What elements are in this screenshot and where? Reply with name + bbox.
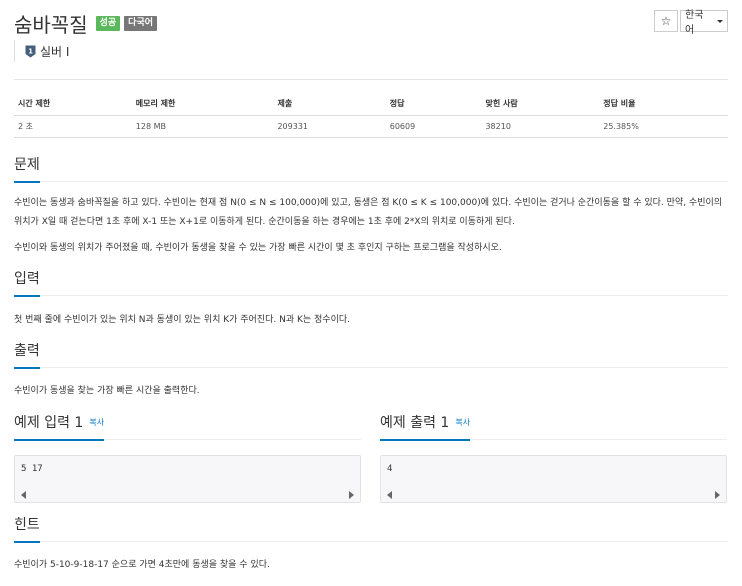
language-dropdown[interactable]: 한국어 <box>680 10 728 36</box>
section-title: 문제 <box>14 156 40 183</box>
scroll-right-icon[interactable] <box>349 491 354 499</box>
sample-input-header: 예제 입력 1 복사 <box>14 412 361 441</box>
section-title: 출력 <box>14 342 40 369</box>
sample-input-title: 예제 입력 1 <box>14 415 84 431</box>
favorite-button[interactable]: ☆ <box>654 10 678 32</box>
header-submissions: 제출 <box>273 93 386 116</box>
sample-input-box[interactable]: 5 17 <box>14 455 361 503</box>
scroll-left-icon[interactable] <box>21 491 26 499</box>
divider <box>14 79 728 80</box>
section-title: 입력 <box>14 270 40 297</box>
svg-text:1: 1 <box>28 47 33 55</box>
cell-time-limit: 2 초 <box>14 115 132 138</box>
sample-input-title-wrap: 예제 입력 1 복사 <box>14 414 105 441</box>
section-title: 힌트 <box>14 516 40 543</box>
star-icon: ☆ <box>660 14 672 28</box>
header-solved-users: 맞힌 사람 <box>481 93 600 116</box>
section-hint-header: 힌트 <box>14 514 728 543</box>
copy-sample-output-link[interactable]: 복사 <box>455 418 470 427</box>
cell-solved-users: 38210 <box>481 115 600 138</box>
section-input-header: 입력 <box>14 268 728 297</box>
table-row: 2 초 128 MB 209331 60609 38210 25.385% <box>14 115 728 138</box>
sample-input-content: 5 17 <box>21 464 43 474</box>
language-label: 한국어 <box>685 10 704 36</box>
horizontal-scrollbar[interactable] <box>381 488 726 502</box>
copy-sample-input-link[interactable]: 복사 <box>89 418 104 427</box>
sample-output-title-wrap: 예제 출력 1 복사 <box>380 414 471 441</box>
header-accepted: 정답 <box>385 93 482 116</box>
chevron-down-icon <box>717 19 723 23</box>
description-paragraph-1: 수빈이는 동생과 숨바꼭질을 하고 있다. 수빈이는 현재 점 N(0 ≤ N … <box>14 198 723 227</box>
tier-label: 실버 I <box>40 44 70 59</box>
sample-output-header: 예제 출력 1 복사 <box>380 412 727 441</box>
input-description: 첫 번째 줄에 수빈이가 있는 위치 N과 동생이 있는 위치 K가 주어진다.… <box>14 315 351 325</box>
cell-submissions: 209331 <box>273 115 386 138</box>
hint-text: 수빈이가 5-10-9-18-17 순으로 가면 4초만에 동생을 찾을 수 있… <box>14 560 270 570</box>
section-description-header: 문제 <box>14 154 728 183</box>
output-description: 수빈이가 동생을 찾는 가장 빠른 시간을 출력한다. <box>14 386 200 396</box>
header-memory-limit: 메모리 제한 <box>131 93 274 116</box>
sample-output-content: 4 <box>387 464 393 474</box>
header-accept-ratio: 정답 비율 <box>599 93 728 116</box>
cell-accepted: 60609 <box>385 115 482 138</box>
scroll-right-icon[interactable] <box>715 491 720 499</box>
horizontal-scrollbar[interactable] <box>15 488 360 502</box>
problem-header: 숨바꼭질 성공 다국어 <box>14 10 158 37</box>
table-header-row: 시간 제한 메모리 제한 제출 정답 맞힌 사람 정답 비율 <box>14 93 728 116</box>
problem-info-table: 시간 제한 메모리 제한 제출 정답 맞힌 사람 정답 비율 2 초 128 M… <box>14 93 728 138</box>
description-paragraph-2: 수빈이와 동생의 위치가 주어졌을 때, 수빈이가 동생을 찾을 수 있는 가장… <box>14 243 502 253</box>
sample-output-title: 예제 출력 1 <box>380 415 450 431</box>
page-title: 숨바꼭질 <box>14 12 88 37</box>
tier-silver-icon: 1 <box>25 45 36 57</box>
header-time-limit: 시간 제한 <box>14 93 132 116</box>
section-output-header: 출력 <box>14 340 728 369</box>
scroll-left-icon[interactable] <box>387 491 392 499</box>
cell-memory-limit: 128 MB <box>131 115 274 138</box>
status-badge-multilang: 다국어 <box>124 15 158 31</box>
header-actions: ☆ 한국어 <box>654 10 728 36</box>
tier-indicator: 1 실버 I <box>14 40 69 62</box>
status-badge-success: 성공 <box>95 15 121 31</box>
sample-output-box[interactable]: 4 <box>380 455 727 503</box>
cell-accept-ratio: 25.385% <box>599 115 728 138</box>
